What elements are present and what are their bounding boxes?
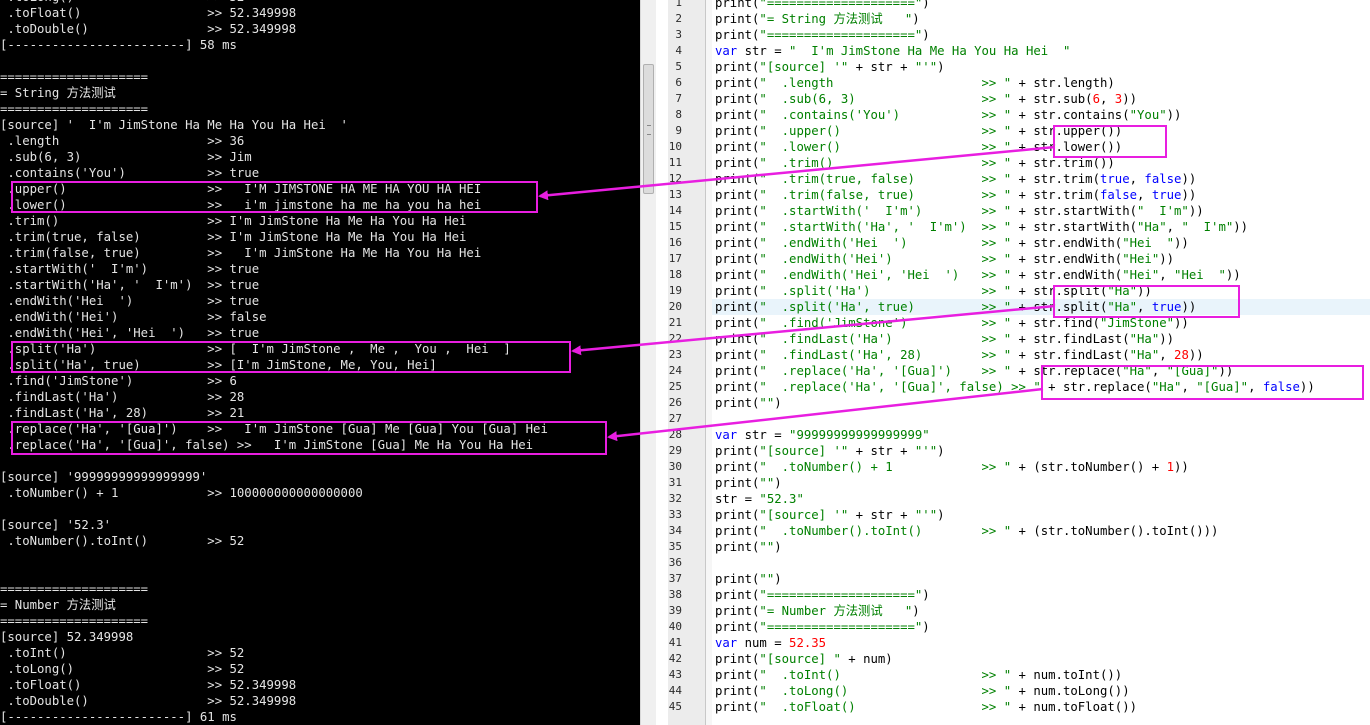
arrow-upper-lower [538, 145, 1056, 201]
arrow-replace [607, 387, 1044, 442]
annotation-arrows [538, 145, 1056, 442]
arrow-split [571, 304, 1056, 356]
